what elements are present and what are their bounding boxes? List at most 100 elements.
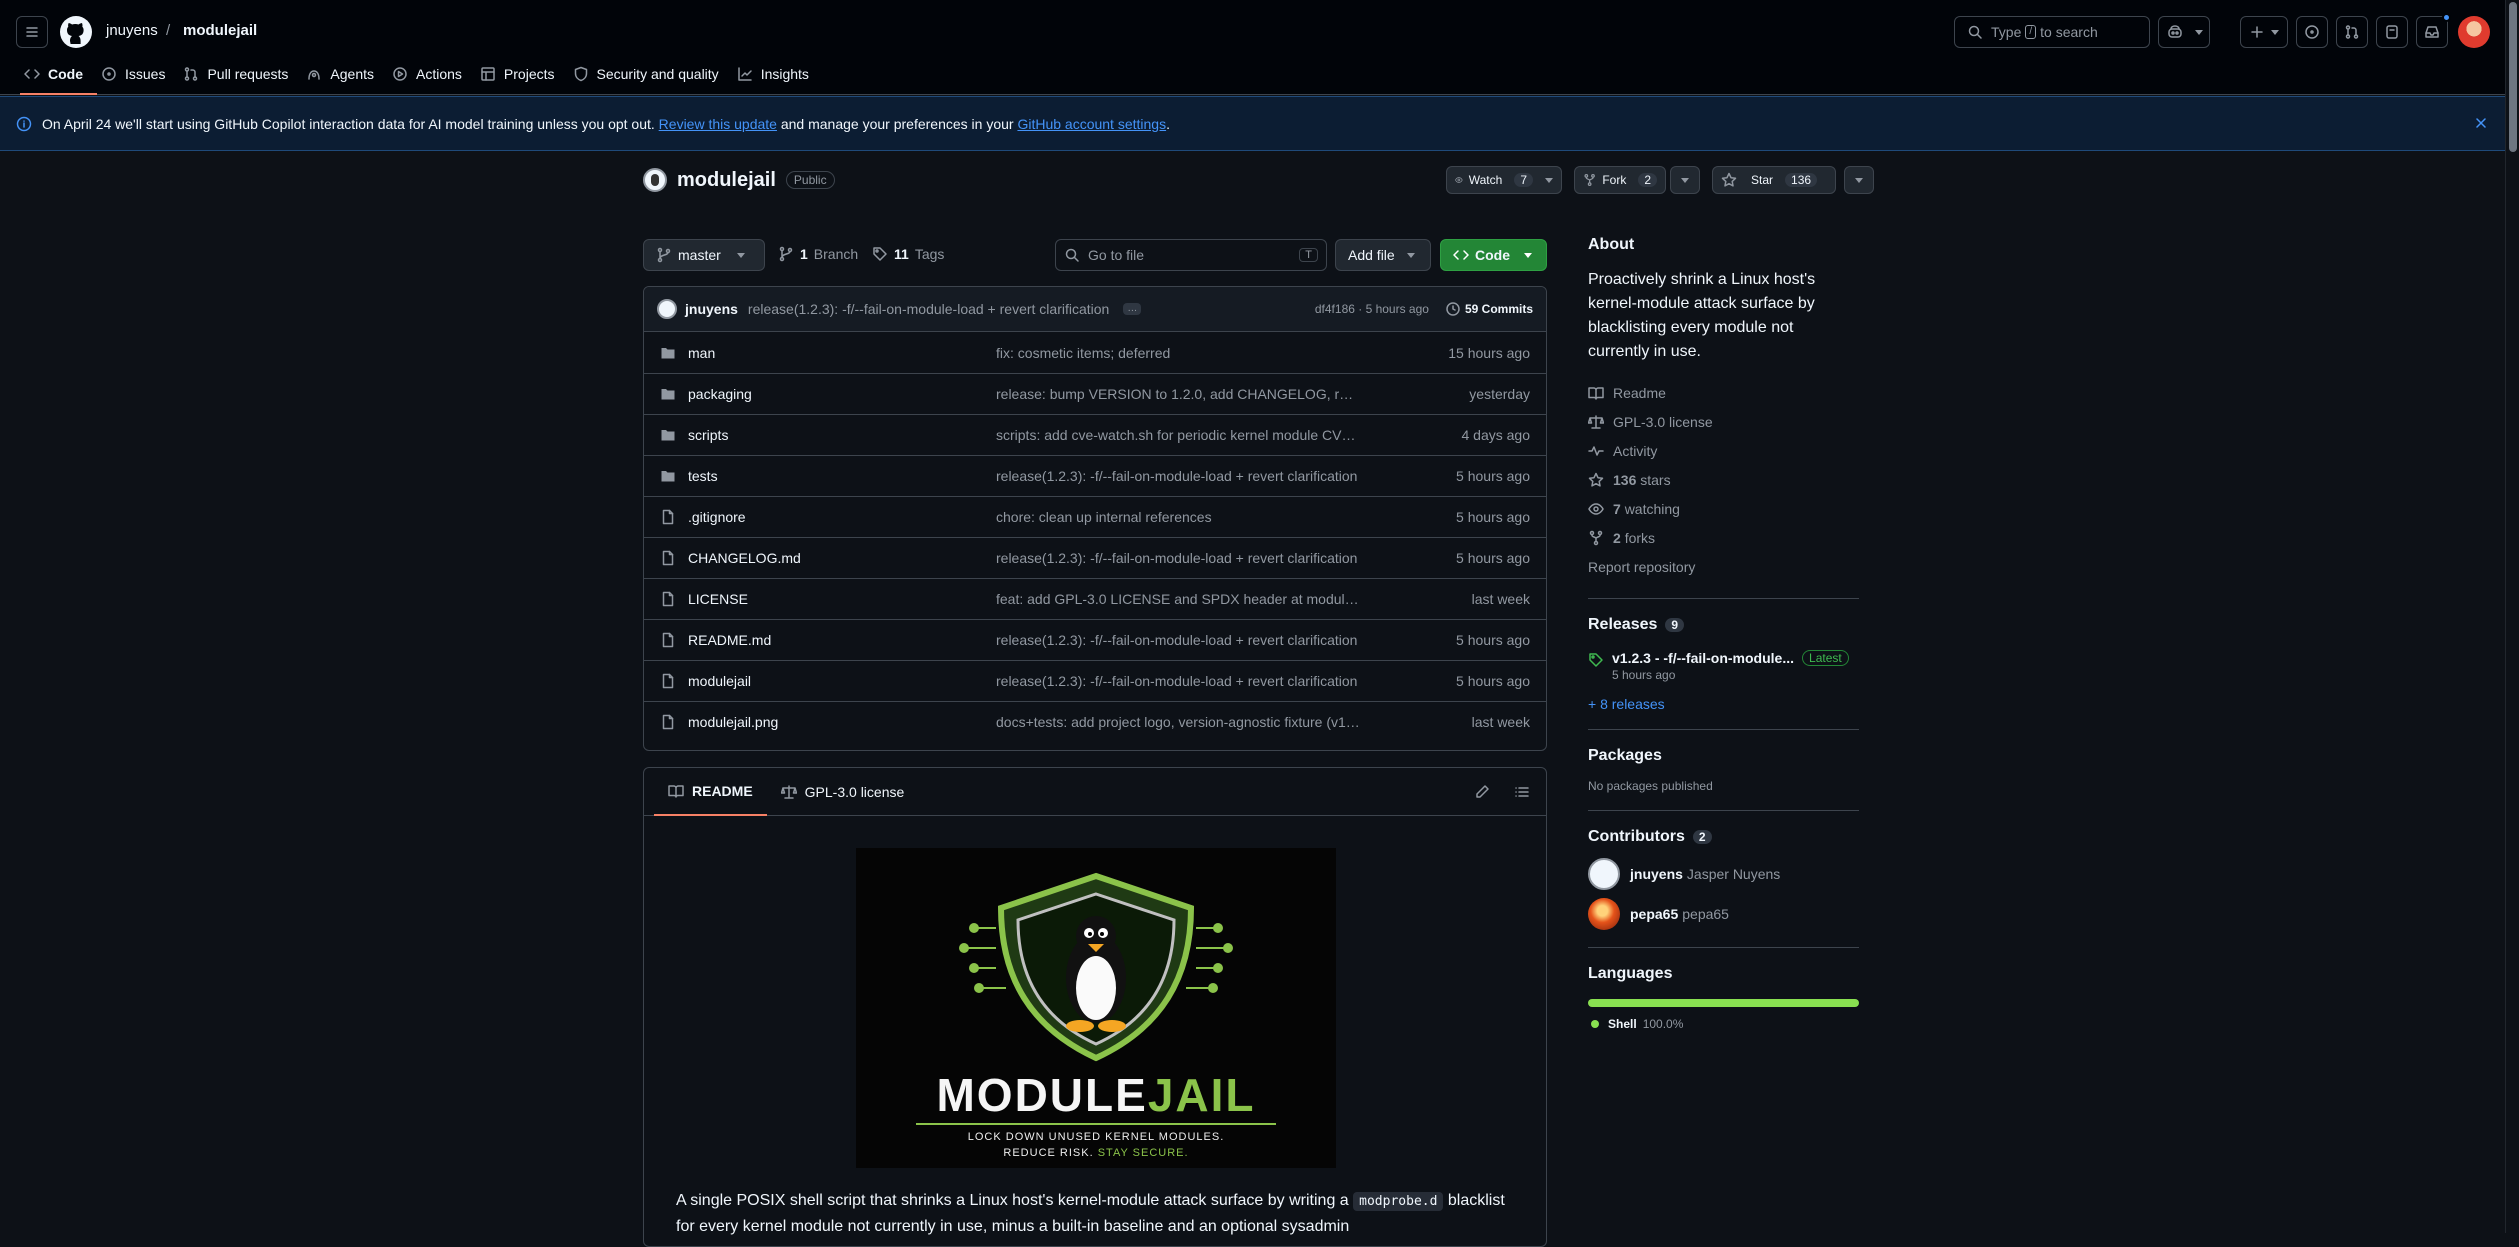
file-row[interactable]: LICENSE feat: add GPL-3.0 LICENSE and SPD…: [644, 578, 1546, 619]
file-icon: [662, 632, 674, 648]
file-commit-message[interactable]: fix: cosmetic items; deferred: [996, 345, 1400, 361]
commit-author[interactable]: jnuyens: [685, 301, 738, 317]
star-dropdown-button[interactable]: [1844, 166, 1874, 194]
fork-dropdown-button[interactable]: [1670, 166, 1700, 194]
readme-link[interactable]: Readme: [1588, 378, 1859, 407]
latest-badge: Latest: [1802, 650, 1849, 666]
file-commit-message[interactable]: release(1.2.3): -f/--fail-on-module-load…: [996, 468, 1400, 484]
file-commit-message[interactable]: release(1.2.3): -f/--fail-on-module-load…: [996, 550, 1400, 566]
add-file-button[interactable]: Add file: [1335, 239, 1431, 271]
file-name[interactable]: CHANGELOG.md: [688, 550, 801, 566]
agents-button[interactable]: [2376, 16, 2408, 48]
activity-link[interactable]: Activity: [1588, 436, 1859, 465]
report-repository-link[interactable]: Report repository: [1588, 552, 1859, 581]
branch-select[interactable]: master: [643, 239, 765, 271]
expand-commit-button[interactable]: …: [1123, 303, 1142, 315]
file-name[interactable]: packaging: [688, 386, 752, 402]
language-item[interactable]: Shell 100.0%: [1588, 1017, 1859, 1031]
contributor-item[interactable]: jnuyens Jasper Nuyens: [1588, 858, 1859, 890]
file-row[interactable]: README.md release(1.2.3): -f/--fail-on-mo…: [644, 619, 1546, 660]
file-row[interactable]: CHANGELOG.md release(1.2.3): -f/--fail-on…: [644, 537, 1546, 578]
search-input[interactable]: Type / to search: [1954, 16, 2150, 48]
commit-sha-time[interactable]: df4f186 · 5 hours ago: [1315, 302, 1429, 316]
watch-button[interactable]: Watch 7: [1446, 166, 1562, 194]
repo-link[interactable]: modulejail: [183, 22, 257, 39]
tab-readme[interactable]: README: [654, 768, 767, 816]
file-commit-date: 5 hours ago: [1456, 673, 1530, 689]
issues-button[interactable]: [2296, 16, 2328, 48]
repo-name[interactable]: modulejail: [677, 169, 776, 192]
file-commit-message[interactable]: release(1.2.3): -f/--fail-on-module-load…: [996, 632, 1400, 648]
tab-agents[interactable]: Agents: [302, 66, 388, 95]
code-button[interactable]: Code: [1440, 239, 1547, 271]
file-row[interactable]: man fix: cosmetic items; deferred 15 hours…: [644, 332, 1546, 373]
pull-requests-button[interactable]: [2336, 16, 2368, 48]
releases-title[interactable]: Releases 9: [1588, 616, 1859, 634]
file-name[interactable]: man: [688, 345, 715, 361]
star-button[interactable]: Star 136: [1712, 166, 1836, 194]
tab-insights[interactable]: Insights: [733, 66, 823, 95]
create-new-button[interactable]: [2240, 16, 2288, 48]
file-row[interactable]: modulejail release(1.2.3): -f/--fail-on-m…: [644, 660, 1546, 701]
menu-button[interactable]: [16, 16, 48, 48]
github-logo-icon[interactable]: [60, 16, 92, 48]
star-icon: [1588, 472, 1604, 487]
file-name[interactable]: .gitignore: [688, 509, 746, 525]
contributors-title[interactable]: Contributors 2: [1588, 828, 1859, 846]
file-name[interactable]: LICENSE: [688, 591, 748, 607]
list-icon[interactable]: [1514, 784, 1530, 800]
file-row[interactable]: .gitignore chore: clean up internal refer…: [644, 496, 1546, 537]
file-commit-message[interactable]: chore: clean up internal references: [996, 509, 1400, 525]
scrollbar[interactable]: [2505, 0, 2519, 1233]
more-releases-link[interactable]: + 8 releases: [1588, 696, 1859, 712]
review-update-link[interactable]: Review this update: [659, 116, 777, 132]
pencil-icon[interactable]: [1474, 784, 1490, 800]
file-name[interactable]: scripts: [688, 427, 728, 443]
forks-link[interactable]: 2 forks: [1588, 523, 1859, 552]
file-commit-message[interactable]: docs+tests: add project logo, version-ag…: [996, 714, 1400, 730]
file-name[interactable]: tests: [688, 468, 718, 484]
packages-title[interactable]: Packages: [1588, 747, 1859, 765]
file-commit-message[interactable]: feat: add GPL-3.0 LICENSE and SPDX heade…: [996, 591, 1400, 607]
star-count: 136: [1785, 173, 1818, 187]
tab-security-and-quality[interactable]: Security and quality: [569, 66, 733, 95]
inbox-button[interactable]: [2416, 13, 2451, 48]
commit-author-avatar[interactable]: [657, 299, 677, 319]
file-commit-message[interactable]: release(1.2.3): -f/--fail-on-module-load…: [996, 673, 1400, 689]
file-row[interactable]: packaging release: bump VERSION to 1.2.0,…: [644, 373, 1546, 414]
close-icon[interactable]: [2473, 115, 2489, 131]
owner-link[interactable]: jnuyens: [106, 22, 158, 39]
watching-link[interactable]: 7 watching: [1588, 494, 1859, 523]
file-row[interactable]: modulejail.png docs+tests: add project lo…: [644, 701, 1546, 742]
tab-pull-requests[interactable]: Pull requests: [179, 66, 302, 95]
tab-actions[interactable]: Actions: [388, 66, 476, 95]
go-to-file-input[interactable]: Go to file T: [1055, 239, 1327, 271]
latest-release[interactable]: v1.2.3 - -f/--fail-on-module... Latest 5…: [1588, 650, 1859, 682]
file-commit-message[interactable]: release: bump VERSION to 1.2.0, add CHAN…: [996, 386, 1400, 402]
commits-link[interactable]: 59 Commits: [1465, 302, 1533, 316]
fork-button[interactable]: Fork 2: [1574, 166, 1666, 194]
tab-code[interactable]: Code: [20, 66, 97, 95]
file-row[interactable]: scripts scripts: add cve-watch.sh for per…: [644, 414, 1546, 455]
tab-license[interactable]: GPL-3.0 license: [767, 768, 919, 816]
stars-link[interactable]: 136 stars: [1588, 465, 1859, 494]
file-name[interactable]: modulejail: [688, 673, 751, 689]
latest-release-name[interactable]: v1.2.3 - -f/--fail-on-module...: [1612, 650, 1794, 666]
account-settings-link[interactable]: GitHub account settings: [1017, 116, 1166, 132]
file-row[interactable]: tests release(1.2.3): -f/--fail-on-module…: [644, 455, 1546, 496]
tab-projects[interactable]: Projects: [476, 66, 569, 95]
contributor-item[interactable]: pepa65 pepa65: [1588, 898, 1859, 930]
scrollbar-thumb[interactable]: [2509, 2, 2517, 152]
tab-issues[interactable]: Issues: [97, 66, 179, 95]
license-link[interactable]: GPL-3.0 license: [1588, 407, 1859, 436]
code-label: Code: [1475, 247, 1510, 263]
file-name[interactable]: README.md: [688, 632, 771, 648]
copilot-button[interactable]: [2158, 16, 2210, 48]
owner-avatar[interactable]: [643, 168, 667, 192]
tags-link[interactable]: 11 Tags: [872, 246, 944, 262]
file-commit-message[interactable]: scripts: add cve-watch.sh for periodic k…: [996, 427, 1400, 443]
file-name[interactable]: modulejail.png: [688, 714, 778, 730]
avatar[interactable]: [2458, 16, 2490, 48]
branches-link[interactable]: 1 Branch: [778, 246, 858, 262]
commit-message[interactable]: release(1.2.3): -f/--fail-on-module-load…: [748, 301, 1109, 317]
